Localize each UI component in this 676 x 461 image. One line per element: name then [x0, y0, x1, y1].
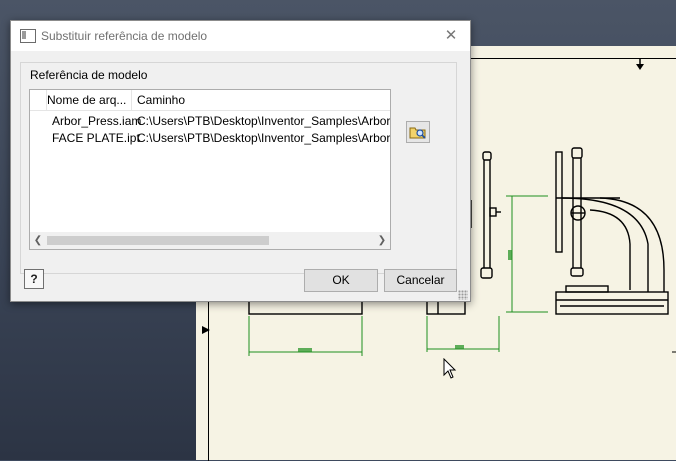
- sheet-zone-marker-left: [202, 326, 210, 334]
- scroll-right-button[interactable]: ❯: [374, 232, 390, 249]
- close-button[interactable]: ✕: [439, 25, 463, 47]
- group-label: Referência de modelo: [30, 68, 148, 82]
- help-button[interactable]: ?: [24, 269, 44, 289]
- close-icon: ✕: [444, 27, 458, 44]
- list-item[interactable]: Arbor_Press.iam C:\Users\PTB\Desktop\Inv…: [30, 113, 390, 130]
- chevron-left-icon: ❮: [33, 235, 43, 246]
- scrollbar-thumb[interactable]: [47, 236, 269, 245]
- header-gutter: [30, 90, 47, 110]
- model-reference-list[interactable]: Nome de arq... Caminho Arbor_Press.iam C…: [29, 89, 391, 250]
- scroll-left-button[interactable]: ❮: [30, 232, 46, 249]
- file-path: C:\Users\PTB\Desktop\Inventor_Samples\Ar…: [137, 131, 391, 145]
- ok-button[interactable]: OK: [304, 269, 378, 292]
- resize-grip[interactable]: [458, 290, 468, 300]
- column-separator[interactable]: [131, 90, 132, 110]
- help-icon: ?: [30, 272, 38, 286]
- model-reference-group: Referência de modelo Nome de arq... Cami…: [20, 62, 457, 274]
- list-header: Nome de arq... Caminho: [30, 90, 390, 111]
- cancel-button[interactable]: Cancelar: [384, 269, 457, 292]
- arbor-press-view: [555, 147, 669, 315]
- file-name: Arbor_Press.iam: [52, 114, 142, 128]
- column-header-path[interactable]: Caminho: [137, 93, 185, 107]
- horizontal-scrollbar[interactable]: ❮ ❯: [30, 232, 390, 249]
- dialog-titlebar[interactable]: Substituir referência de modelo ✕: [11, 21, 470, 51]
- column-header-filename[interactable]: Nome de arq...: [47, 93, 129, 107]
- mouse-cursor-icon: [443, 358, 457, 379]
- replace-model-reference-dialog: Substituir referência de modelo ✕ Referê…: [10, 20, 471, 302]
- dialog-title: Substituir referência de modelo: [41, 29, 208, 43]
- file-name: FACE PLATE.ipt: [52, 131, 140, 145]
- browse-button[interactable]: [406, 121, 430, 143]
- chevron-right-icon: ❯: [377, 235, 387, 246]
- list-item[interactable]: FACE PLATE.ipt C:\Users\PTB\Desktop\Inve…: [30, 130, 390, 147]
- file-path: C:\Users\PTB\Desktop\Inventor_Samples\Ar…: [137, 114, 391, 128]
- dialog-app-icon: [20, 29, 36, 43]
- folder-browse-icon: [409, 127, 426, 139]
